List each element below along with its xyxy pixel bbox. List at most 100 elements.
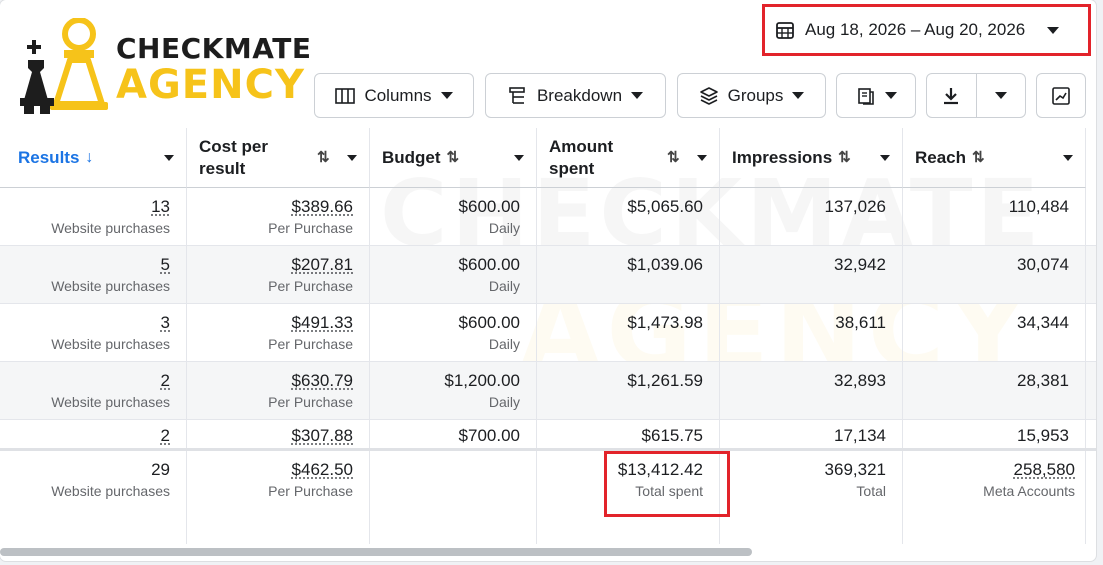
results-subtext: Website purchases bbox=[51, 394, 170, 410]
results-value[interactable]: 5 bbox=[0, 255, 170, 275]
chevron-down-icon[interactable] bbox=[514, 155, 524, 161]
impressions-cell: 137,026 bbox=[720, 188, 903, 245]
reach-value: 110,484 bbox=[1008, 197, 1069, 216]
column-header-amount-spent-label: Amount spent bbox=[549, 137, 614, 178]
cost-per-result-subtext: Per Purchase bbox=[268, 336, 353, 352]
results-value[interactable]: 2 bbox=[0, 371, 170, 391]
reach-total-subtext: Meta Accounts bbox=[983, 483, 1075, 499]
chevron-down-icon[interactable] bbox=[880, 155, 890, 161]
column-header-results[interactable]: Results ↓ bbox=[0, 128, 187, 188]
groups-button[interactable]: Groups bbox=[677, 73, 826, 118]
column-header-results-label: Results ↓ bbox=[18, 148, 94, 167]
sort-icon: ⇅ bbox=[317, 149, 330, 166]
report-icon bbox=[857, 87, 874, 105]
chevron-down-icon[interactable] bbox=[697, 155, 707, 161]
cost-per-result-subtext: Per Purchase bbox=[268, 278, 353, 294]
budget-cell: $700.00 bbox=[370, 420, 537, 448]
cost-per-result-total-value[interactable]: $462.50 bbox=[187, 460, 353, 480]
cost-per-result-value[interactable]: $207.81 bbox=[187, 255, 353, 275]
cost-per-result-total-subtext: Per Purchase bbox=[268, 483, 353, 499]
amount-spent-value: $615.75 bbox=[641, 426, 703, 445]
reach-cell: 110,484 bbox=[903, 188, 1086, 245]
date-range-highlight: Aug 18, 2026 – Aug 20, 2026 bbox=[762, 4, 1091, 56]
column-header-reach[interactable]: Reach ⇅ bbox=[903, 128, 1086, 188]
cost-per-result-cell: $630.79 Per Purchase bbox=[187, 362, 370, 419]
impressions-cell: 17,134 bbox=[720, 420, 903, 448]
breakdown-icon bbox=[509, 86, 525, 104]
impressions-total-subtext: Total bbox=[856, 483, 886, 499]
results-cell: 13 Website purchases bbox=[0, 188, 187, 245]
chevron-down-icon bbox=[994, 92, 1007, 99]
cost-per-result-value[interactable]: $630.79 bbox=[187, 371, 353, 391]
budget-value: $600.00 bbox=[458, 313, 520, 332]
columns-button[interactable]: Columns bbox=[314, 73, 474, 118]
cost-per-result-value[interactable]: $389.66 bbox=[187, 197, 353, 217]
scrollbar-thumb[interactable] bbox=[0, 548, 752, 556]
cost-per-result-value[interactable]: $491.33 bbox=[187, 313, 353, 333]
brand-name-line1: CHECKMATE bbox=[116, 32, 312, 65]
export-button[interactable] bbox=[927, 74, 977, 117]
results-cell: 2 bbox=[0, 420, 187, 448]
chevron-down-icon bbox=[1047, 26, 1060, 34]
budget-subtext: Daily bbox=[488, 220, 520, 236]
reach-value: 30,074 bbox=[1017, 255, 1069, 274]
amount-spent-value: $1,473.98 bbox=[627, 313, 703, 332]
results-cell: 3 Website purchases bbox=[0, 304, 187, 361]
table-row[interactable]: 2 Website purchases $630.79 Per Purchase… bbox=[0, 362, 1096, 419]
results-subtext: Website purchases bbox=[51, 220, 170, 236]
chevron-down-icon[interactable] bbox=[164, 155, 174, 161]
trend-chart-icon bbox=[1052, 86, 1070, 105]
results-value[interactable]: 13 bbox=[0, 197, 170, 217]
cost-per-result-cell: $491.33 Per Purchase bbox=[187, 304, 370, 361]
chevron-down-icon[interactable] bbox=[347, 155, 357, 161]
cost-per-result-total-cell: $462.50 Per Purchase bbox=[187, 451, 370, 544]
reach-cell: 15,953 bbox=[903, 420, 1086, 448]
impressions-value: 38,611 bbox=[835, 313, 886, 332]
column-header-amount-spent[interactable]: Amount spent ⇅ bbox=[537, 128, 720, 188]
columns-icon bbox=[335, 87, 356, 104]
budget-subtext: Daily bbox=[488, 336, 520, 352]
export-options-button[interactable] bbox=[977, 74, 1026, 117]
results-total-subtext: Website purchases bbox=[51, 483, 170, 499]
table-row[interactable]: 13 Website purchases $389.66 Per Purchas… bbox=[0, 188, 1096, 245]
reach-value: 28,381 bbox=[1017, 371, 1069, 390]
breakdown-button[interactable]: Breakdown bbox=[485, 73, 666, 118]
brand-logo: CHECKMATE AGENCY bbox=[20, 18, 312, 118]
column-header-impressions[interactable]: Impressions ⇅ bbox=[720, 128, 903, 188]
budget-subtext: Daily bbox=[488, 278, 520, 294]
column-header-cost-per-result[interactable]: Cost per result ⇅ bbox=[187, 128, 370, 188]
column-header-budget[interactable]: Budget ⇅ bbox=[370, 128, 537, 188]
cost-per-result-cell: $307.88 bbox=[187, 420, 370, 448]
amount-spent-cell: $1,039.06 bbox=[537, 246, 720, 303]
reach-value: 15,953 bbox=[1017, 426, 1069, 445]
charts-button[interactable] bbox=[1036, 73, 1086, 118]
chevron-down-icon bbox=[631, 92, 644, 99]
cost-per-result-value[interactable]: $307.88 bbox=[187, 426, 353, 446]
sort-icon: ⇅ bbox=[838, 149, 851, 166]
totals-row: 29 Website purchases $462.50 Per Purchas… bbox=[0, 448, 1096, 544]
amount-spent-cell: $1,473.98 bbox=[537, 304, 720, 361]
chevron-down-icon bbox=[792, 92, 805, 99]
cost-per-result-cell: $389.66 Per Purchase bbox=[187, 188, 370, 245]
table-row[interactable]: 3 Website purchases $491.33 Per Purchase… bbox=[0, 304, 1096, 361]
table-row[interactable]: 5 Website purchases $207.81 Per Purchase… bbox=[0, 246, 1096, 303]
reach-cell: 28,381 bbox=[903, 362, 1086, 419]
reach-total-cell: 258,580 Meta Accounts bbox=[903, 451, 1086, 544]
column-header-impressions-label: Impressions ⇅ bbox=[732, 148, 851, 167]
amount-spent-value: $1,039.06 bbox=[627, 255, 703, 274]
reach-total-value[interactable]: 258,580 bbox=[903, 460, 1075, 480]
date-range-picker[interactable]: Aug 18, 2026 – Aug 20, 2026 bbox=[775, 14, 1060, 46]
reach-cell: 30,074 bbox=[903, 246, 1086, 303]
results-total-value: 29 bbox=[151, 460, 170, 479]
reports-button[interactable] bbox=[836, 73, 916, 118]
budget-total-cell bbox=[370, 451, 537, 544]
reach-value: 34,344 bbox=[1017, 313, 1069, 332]
results-value[interactable]: 2 bbox=[0, 426, 170, 446]
impressions-value: 137,026 bbox=[824, 197, 886, 216]
table-row[interactable]: 2 $307.88 $700.00 $615.75 17,134 15,953 bbox=[0, 420, 1096, 448]
results-value[interactable]: 3 bbox=[0, 313, 170, 333]
chevron-down-icon[interactable] bbox=[1063, 155, 1073, 161]
sort-icon: ⇅ bbox=[667, 149, 680, 166]
budget-value: $1,200.00 bbox=[444, 371, 520, 390]
column-header-budget-label: Budget ⇅ bbox=[382, 148, 460, 167]
